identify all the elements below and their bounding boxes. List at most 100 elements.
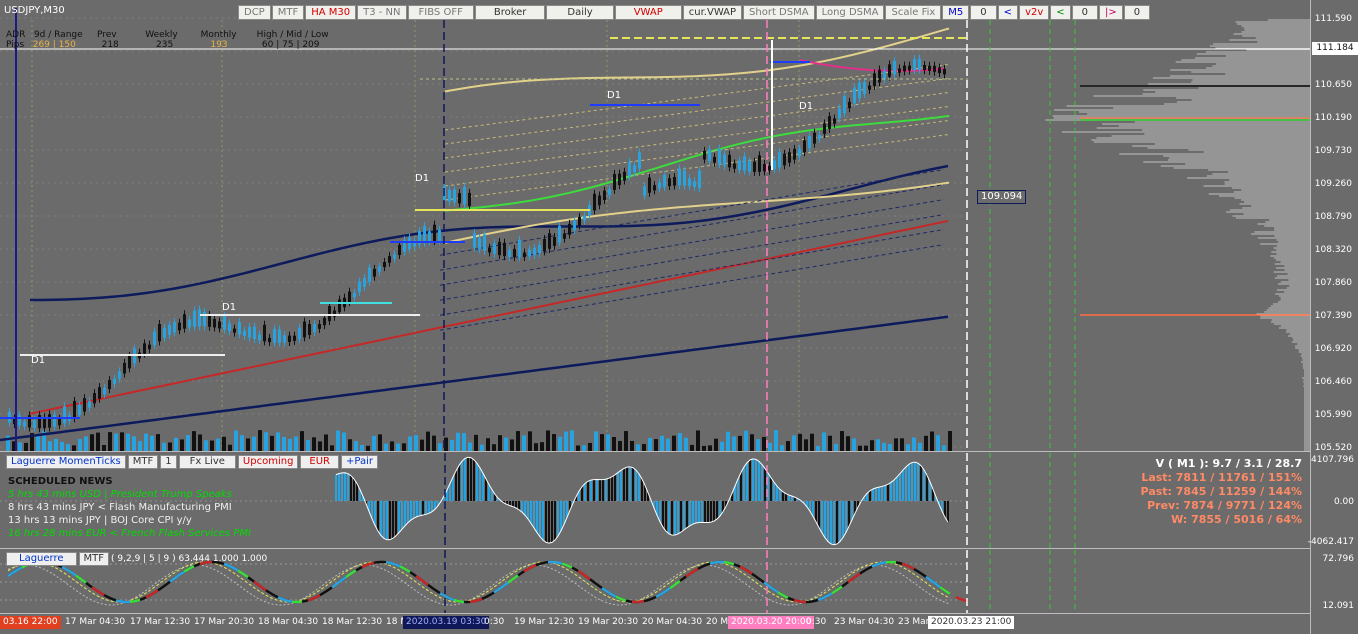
momentum-bar [416,501,418,517]
laguerre-button[interactable]: Laguerre [6,552,77,566]
add-pair-button[interactable]: +Pair [341,455,378,469]
volume-bar [924,435,928,451]
tb-prev-button[interactable]: < [997,5,1019,20]
tb-scale-fix-button[interactable]: Scale Fix [885,5,942,20]
candle-body [853,87,856,104]
tb-short-dsma-button[interactable]: Short DSMA [743,5,815,20]
tb-back-button[interactable]: < [1050,5,1071,20]
volume-bar [102,445,106,451]
laguerre-down-segment [793,598,807,604]
level-box-label: 109.094 [977,190,1027,204]
volume-bar [732,436,736,451]
candle-body [638,152,641,169]
tb-broker-button[interactable]: Broker [474,5,546,20]
candle-body [813,132,816,144]
candle-body [423,226,426,243]
volume-bar [354,441,358,451]
tb-long-dsma-button[interactable]: Long DSMA [815,5,885,20]
volume-stats-title: V ( M1 ): 9.7 / 3.1 / 28.7 [1155,457,1302,470]
price-chart-canvas[interactable] [0,0,1310,452]
momentum-bar [878,487,880,501]
oscillator-pane[interactable]: Laguerre MomenTicks MTF 1 Fx Live Upcomi… [0,453,1310,549]
tb-play-button[interactable]: |> [1099,5,1123,20]
volume-bar [456,432,460,451]
adr-value-row: Pips 269 | 150 218 235 193 60 | 75 | 209 [6,40,320,50]
laguerre-up-segment [7,566,23,578]
momentum-bar [485,478,487,501]
adr-header-4: Monthly [200,30,237,40]
momentum-bar [869,490,871,501]
laguerre-down-segment [253,580,267,592]
candle-body [313,324,316,333]
momentum-bar [458,465,460,501]
candle-body [368,267,371,282]
momentum-bar [692,501,694,525]
tb-vwap-button[interactable]: VWAP [614,5,682,20]
tb-fibs-off-button[interactable]: FIBS OFF [407,5,474,20]
candle-body [483,234,486,251]
laguerre-up-segment [763,581,779,594]
tb-dcp-button[interactable]: DCP [238,5,271,20]
volume-bar [396,443,400,451]
candle-body [393,254,396,259]
laguerre-button-bar: Laguerre MTF ( 9,2,9 | 5 | 9 ) 63.444 1.… [6,552,267,566]
volume-bar [228,444,232,451]
momentum-bar [455,470,457,501]
candle-body [453,189,456,203]
osc-one-button[interactable]: 1 [160,455,177,469]
volume-bar [504,437,508,451]
candle-body [48,414,51,428]
tb-v2v-button[interactable]: v2v [1019,5,1050,20]
momentum-bar [947,501,949,523]
tb-zero-1-button[interactable]: 0 [970,5,997,20]
eur-button[interactable]: EUR [300,455,340,469]
volume-bar [810,433,814,451]
price-tick: 109.730 [1314,146,1352,156]
price-tick: 108.790 [1314,212,1352,222]
volume-bar [210,440,214,451]
tb-cur-vwap-button[interactable]: cur.VWAP [682,5,743,20]
momentum-bar [824,501,826,538]
main-chart-pane[interactable]: USDJPY,M30 ADR 9d / Range Prev Weekly Mo… [0,0,1310,452]
candle-body [768,165,771,171]
volume-bar [858,445,862,451]
candle-body [873,73,876,86]
tb-t3-nn-button[interactable]: T3 - NN [357,5,407,20]
laguerre-up-segment [385,561,401,568]
candle-body [468,192,471,207]
candle-body [938,67,941,74]
momentum-bar [698,501,700,523]
momentum-bar [677,501,679,534]
volume-bar [606,434,610,451]
news-item: 5 hrs 43 mins USD | President Trump Spea… [8,489,232,500]
laguerre-pane[interactable]: Laguerre MTF ( 9,2,9 | 5 | 9 ) 63.444 1.… [0,550,1310,614]
laguerre-momenticks-button[interactable]: Laguerre MomenTicks [6,455,126,469]
volume-bar [882,442,886,451]
upcoming-button[interactable]: Upcoming [237,455,299,469]
volume-bar [678,433,682,451]
momentum-bar [884,485,886,501]
laguerre-mtf-button[interactable]: MTF [78,552,110,566]
time-label: 17 Mar 04:30 [65,617,126,627]
osc-mtf-button[interactable]: MTF [127,455,159,469]
tb-m5-button[interactable]: M5 [942,5,970,20]
candle-body [73,400,76,419]
momentum-bar [515,501,517,509]
momentum-bar [770,477,772,501]
volume-bar [234,430,238,451]
volume-bar [510,439,514,451]
volume-bar [192,431,196,451]
price-axis[interactable]: 111.590 111.184 110.650 110.190 109.730 … [1308,0,1358,634]
volume-bar [24,442,28,451]
fx-live-button[interactable]: Fx Live [178,455,236,469]
momentum-bar [845,501,847,533]
candle-body [523,252,526,258]
tb-daily-button[interactable]: Daily [546,5,614,20]
candle-body [808,135,811,149]
candle-body [878,69,881,83]
tb-zero-2-button[interactable]: 0 [1071,5,1099,20]
tb-mtf-button[interactable]: MTF [271,5,305,20]
tb-ha-m30-button[interactable]: HA M30 [305,5,357,20]
candle-body [103,387,106,395]
tb-zero-3-button[interactable]: 0 [1123,5,1151,20]
